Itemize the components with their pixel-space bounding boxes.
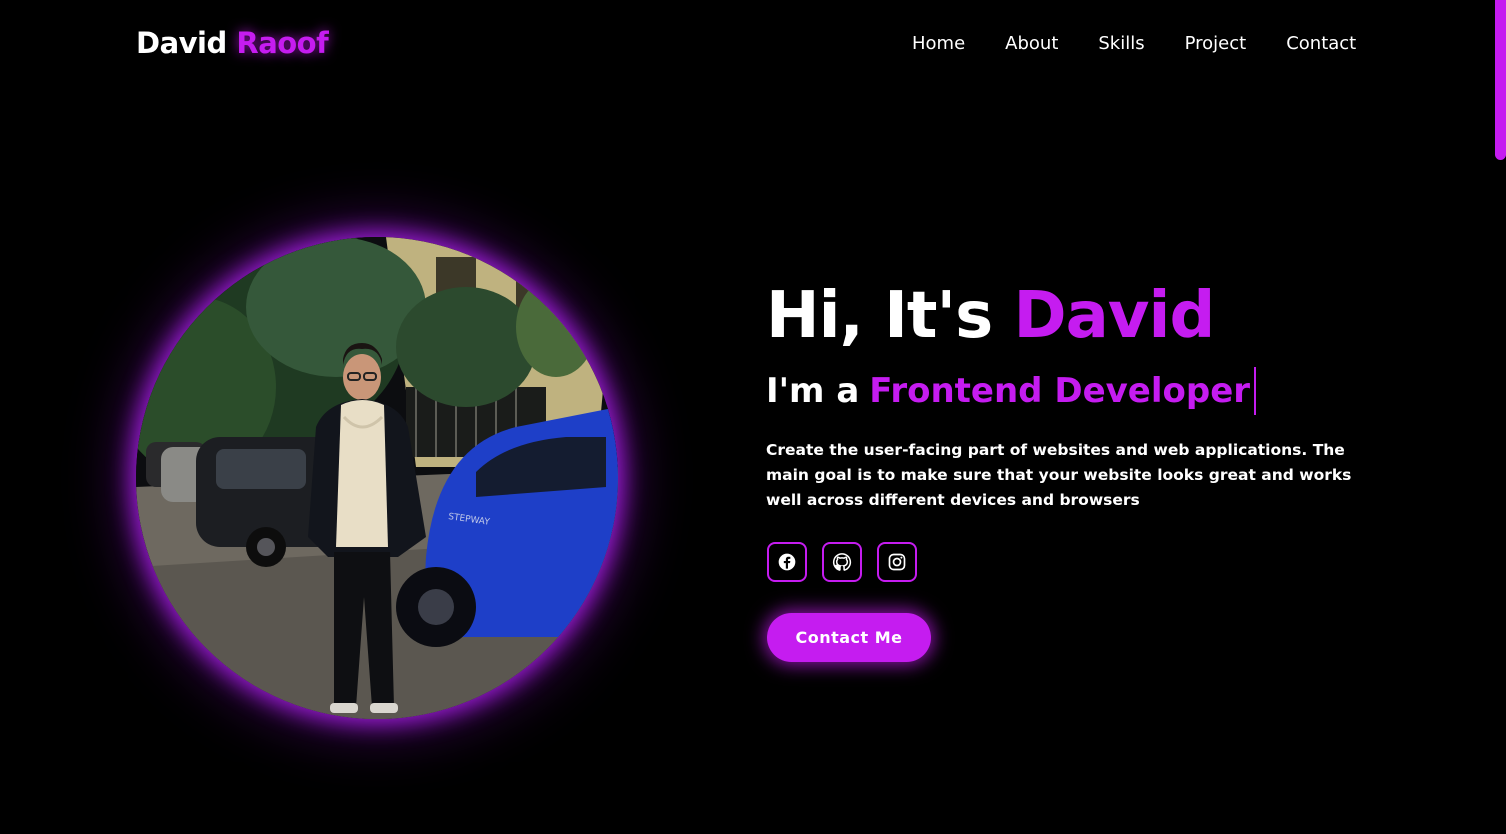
hero-title: Hi, It's David [766, 278, 1215, 355]
facebook-link[interactable] [767, 542, 807, 582]
hero-greeting: Hi, It's [766, 279, 993, 353]
typing-cursor [1254, 367, 1257, 415]
hero-name: David [1013, 279, 1215, 353]
logo-first-name: David [136, 26, 227, 60]
role-prefix: I'm a [766, 370, 860, 411]
role-text: Frontend Developer [869, 370, 1251, 411]
github-link[interactable] [822, 542, 862, 582]
contact-me-button[interactable]: Contact Me [767, 613, 931, 662]
hero-description: Create the user-facing part of websites … [766, 441, 1352, 509]
hero-subtitle: I'm a Frontend Developer [766, 367, 1257, 415]
nav-project[interactable]: Project [1185, 33, 1247, 54]
site-logo[interactable]: David Raoof [136, 26, 329, 60]
profile-photo: STEPWAY [136, 237, 618, 719]
instagram-link[interactable] [877, 542, 917, 582]
nav-contact[interactable]: Contact [1286, 33, 1356, 54]
site-header: David Raoof Home About Skills Project Co… [0, 0, 1494, 90]
nav-home[interactable]: Home [912, 33, 965, 54]
logo-last-name: Raoof [236, 26, 329, 60]
social-links [767, 542, 917, 582]
main-nav: Home About Skills Project Contact [912, 33, 1356, 54]
page-scrollbar-thumb[interactable] [1495, 0, 1506, 160]
facebook-icon [778, 553, 796, 571]
profile-photo-image: STEPWAY [136, 237, 618, 719]
nav-about[interactable]: About [1005, 33, 1058, 54]
github-icon [832, 553, 852, 571]
nav-skills[interactable]: Skills [1098, 33, 1144, 54]
instagram-icon [888, 553, 906, 571]
